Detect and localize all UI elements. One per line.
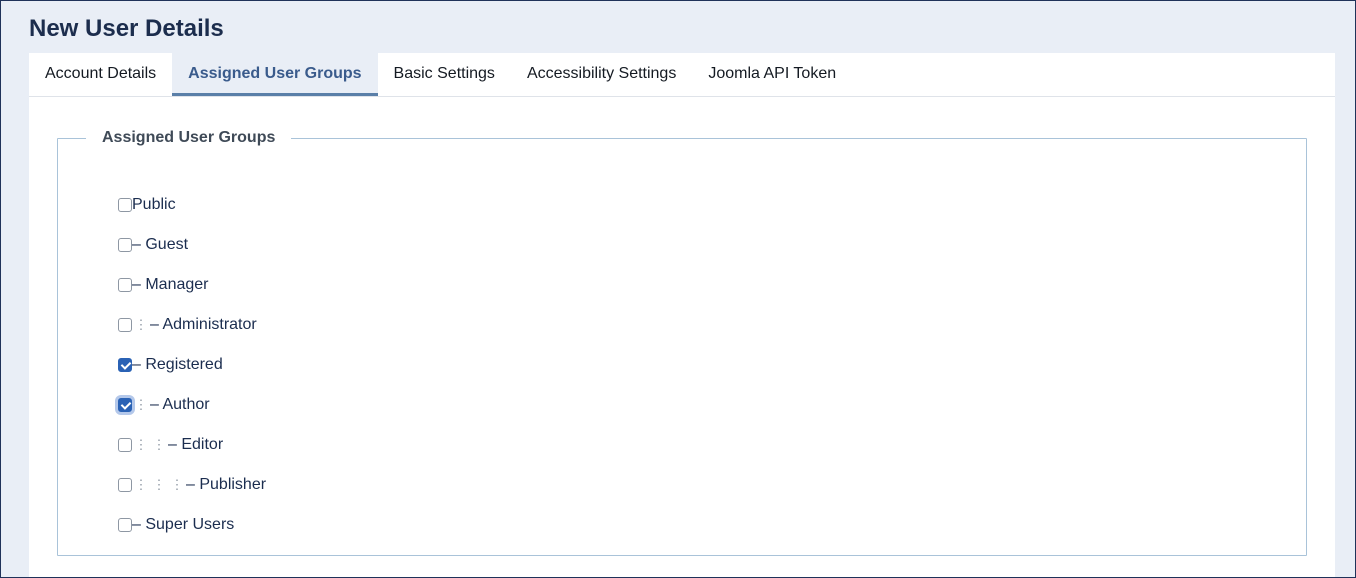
fieldset-legend: Assigned User Groups	[86, 129, 292, 147]
group-checkbox-registered[interactable]	[118, 358, 132, 372]
group-label-manager: – Manager	[132, 276, 209, 293]
group-checkbox-guest[interactable]	[118, 238, 132, 252]
indent-dot-icon	[132, 397, 150, 413]
group-item-administrator: – Administrator	[118, 305, 266, 345]
group-checkbox-author[interactable]	[118, 398, 132, 412]
user-group-list: Public – Guest – Manager – Administrator	[118, 185, 266, 545]
group-label-public: Public	[132, 196, 176, 213]
group-label-author: – Author	[150, 396, 210, 413]
group-checkbox-editor[interactable]	[118, 438, 132, 452]
group-item-author: – Author	[118, 385, 266, 425]
indent-dot-icon	[132, 317, 150, 333]
group-label-super-users: – Super Users	[132, 516, 235, 533]
group-item-guest: – Guest	[118, 225, 266, 265]
indent-dots	[132, 397, 150, 413]
tab-basic-settings[interactable]: Basic Settings	[378, 53, 511, 96]
group-item-publisher: – Publisher	[118, 465, 266, 505]
group-label-publisher: – Publisher	[186, 476, 267, 493]
indent-dots	[132, 477, 186, 493]
indent-dot-icon	[132, 477, 150, 493]
indent-dot-icon	[132, 437, 150, 453]
assigned-user-groups-fieldset: Assigned User Groups Public – Guest – Ma…	[57, 129, 1307, 556]
group-item-public: Public	[118, 185, 266, 225]
indent-dot-icon	[150, 437, 168, 453]
group-checkbox-publisher[interactable]	[118, 478, 132, 492]
group-label-registered: – Registered	[132, 356, 223, 373]
group-label-guest: – Guest	[132, 236, 189, 253]
tab-account-details[interactable]: Account Details	[29, 53, 172, 96]
app-frame: New User Details Account Details Assigne…	[0, 0, 1356, 578]
tab-bar: Account Details Assigned User Groups Bas…	[29, 53, 1335, 97]
group-item-registered: – Registered	[118, 345, 266, 385]
tab-accessibility-settings[interactable]: Accessibility Settings	[511, 53, 692, 96]
indent-dot-icon	[150, 477, 168, 493]
indent-dot-icon	[168, 477, 186, 493]
group-checkbox-public[interactable]	[118, 198, 132, 212]
group-checkbox-administrator[interactable]	[118, 318, 132, 332]
tab-assigned-user-groups[interactable]: Assigned User Groups	[172, 53, 378, 96]
page-title: New User Details	[29, 15, 224, 42]
group-item-super-users: – Super Users	[118, 505, 266, 545]
group-label-editor: – Editor	[168, 436, 224, 453]
group-item-editor: – Editor	[118, 425, 266, 465]
indent-dots	[132, 317, 150, 333]
user-details-card: Account Details Assigned User Groups Bas…	[29, 53, 1335, 577]
group-label-administrator: – Administrator	[150, 316, 257, 333]
indent-dots	[132, 437, 168, 453]
group-checkbox-super-users[interactable]	[118, 518, 132, 532]
group-item-manager: – Manager	[118, 265, 266, 305]
group-checkbox-manager[interactable]	[118, 278, 132, 292]
tab-joomla-api-token[interactable]: Joomla API Token	[692, 53, 852, 96]
